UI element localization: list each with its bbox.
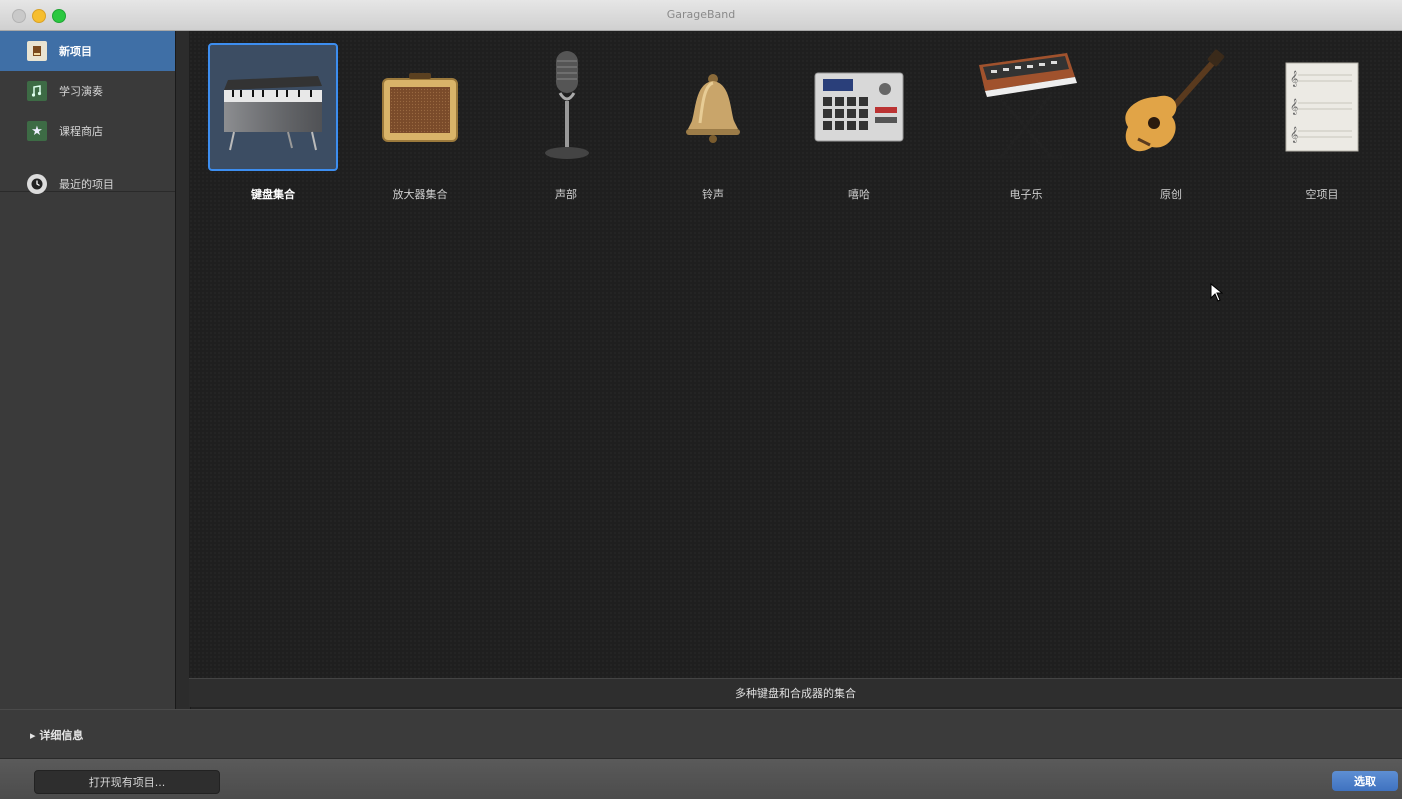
- svg-text:𝄞: 𝄞: [1290, 127, 1298, 143]
- template-keyboard-collection[interactable]: 键盘集合: [208, 43, 338, 208]
- acoustic-guitar-icon: [1106, 43, 1236, 171]
- guitar-amp-icon: [355, 43, 485, 171]
- details-disclosure-toggle[interactable]: ▸ 详细信息: [30, 727, 83, 743]
- template-browser: 键盘集合 放大器集合 声部 铃声 嘻哈 电子乐 原创 𝄞 𝄞 𝄞 空项目: [189, 31, 1402, 678]
- window-title: GarageBand: [666, 8, 736, 21]
- svg-text:𝄞: 𝄞: [1290, 99, 1298, 115]
- sidebar-item-recent-projects[interactable]: 最近的项目: [0, 164, 175, 204]
- svg-text:𝄞: 𝄞: [1290, 71, 1298, 87]
- template-label: 嘻哈: [848, 188, 870, 201]
- bell-icon: [648, 43, 778, 171]
- empty-project-icon: 𝄞 𝄞 𝄞: [1257, 43, 1387, 171]
- sidebar: 新项目 学习演奏 ★ 课程商店 最近的项目: [0, 31, 175, 709]
- template-label: 空项目: [1305, 188, 1339, 201]
- sidebar-item-label: 新项目: [59, 45, 92, 58]
- details-panel: ▸ 详细信息: [0, 709, 1402, 758]
- learn-to-play-icon: [27, 81, 47, 101]
- garageband-window: GarageBand 新项目 学习演奏 ★ 课程商店 最近的项目 键盘集合 放大…: [0, 0, 1402, 799]
- sidebar-item-lesson-store[interactable]: ★ 课程商店: [0, 111, 175, 151]
- sidebar-item-new-project[interactable]: 新项目: [0, 31, 175, 71]
- synthesizer-icon: [961, 43, 1091, 171]
- sidebar-item-learn-to-play[interactable]: 学习演奏: [0, 71, 175, 111]
- template-description: 多种键盘和合成器的集合: [189, 678, 1402, 707]
- drum-machine-icon: [794, 43, 924, 171]
- sidebar-item-label: 最近的项目: [59, 178, 114, 191]
- template-empty-project[interactable]: 𝄞 𝄞 𝄞 空项目: [1257, 43, 1387, 208]
- template-label: 键盘集合: [251, 188, 295, 201]
- template-hip-hop[interactable]: 嘻哈: [794, 43, 924, 208]
- mouse-cursor-icon: [1210, 283, 1224, 302]
- lesson-store-icon: ★: [27, 121, 47, 141]
- choose-button[interactable]: 选取: [1332, 771, 1398, 791]
- new-project-icon: [27, 41, 47, 61]
- template-label: 原创: [1160, 188, 1182, 201]
- sidebar-item-label: 课程商店: [59, 125, 103, 138]
- template-label: 放大器集合: [392, 188, 448, 201]
- microphone-icon: [501, 43, 631, 171]
- template-label: 铃声: [702, 188, 724, 201]
- template-electronic[interactable]: 电子乐: [961, 43, 1091, 208]
- template-songwriter[interactable]: 原创: [1106, 43, 1236, 208]
- sidebar-item-label: 学习演奏: [59, 85, 103, 98]
- template-amp-collection[interactable]: 放大器集合: [355, 43, 485, 208]
- recent-projects-icon: [27, 174, 47, 194]
- title-bar[interactable]: GarageBand: [0, 0, 1402, 31]
- template-ringtone[interactable]: 铃声: [648, 43, 778, 208]
- electric-piano-icon: [208, 43, 338, 171]
- template-label: 声部: [555, 188, 577, 201]
- footer-bar: 打开现有项目... 选取: [0, 758, 1402, 799]
- template-voice[interactable]: 声部: [501, 43, 631, 208]
- template-label: 电子乐: [1009, 188, 1043, 201]
- open-existing-project-button[interactable]: 打开现有项目...: [34, 770, 220, 794]
